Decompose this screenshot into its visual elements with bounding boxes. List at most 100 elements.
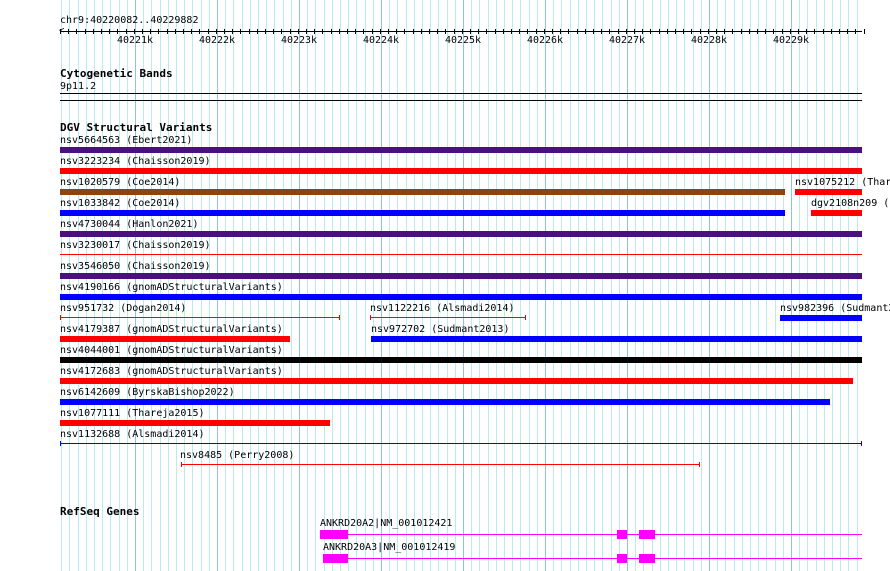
sv-bar[interactable] <box>780 315 862 321</box>
sv-label: nsv951732 (Dogan2014) <box>60 303 187 314</box>
ruler-tick <box>290 29 291 34</box>
cytoband-label: 9p11.2 <box>60 81 97 92</box>
sv-label: nsv1132688 (Alsmadi2014) <box>60 429 205 440</box>
sv-bar[interactable] <box>181 464 700 465</box>
grid-line <box>668 0 669 571</box>
ruler-tick <box>273 29 274 34</box>
ruler-tick <box>85 29 86 34</box>
ruler-tick <box>708 29 709 34</box>
grid-line <box>299 0 300 571</box>
gene-exon[interactable] <box>617 530 627 539</box>
cytobands-track-title[interactable]: Cytogenetic Bands <box>60 67 173 80</box>
ruler-tick-label: 40224k <box>362 35 400 46</box>
gene-exon[interactable] <box>639 554 655 563</box>
ruler-tick <box>716 29 717 34</box>
gene-exon[interactable] <box>323 554 348 563</box>
grid-line <box>799 0 800 571</box>
ruler-tick <box>208 29 209 34</box>
sv-bar[interactable] <box>60 210 785 216</box>
grid-line <box>307 0 308 571</box>
sv-bar[interactable] <box>60 254 862 255</box>
grid-line <box>496 0 497 571</box>
ruler-tick <box>626 29 627 34</box>
ruler-tick <box>847 29 848 34</box>
sv-label: nsv5664563 (Ebert2021) <box>60 135 193 146</box>
ruler-tick <box>773 29 774 34</box>
sv-bar[interactable] <box>371 336 862 342</box>
sv-bar[interactable] <box>60 189 785 195</box>
sv-label: nsv982396 (Sudmant2 <box>780 303 890 314</box>
sv-bar[interactable] <box>60 357 862 363</box>
sv-label: nsv1122216 (Alsmadi2014) <box>370 303 515 314</box>
ruler-tick <box>429 29 430 34</box>
ruler-tick <box>339 29 340 34</box>
ruler-tick <box>741 29 742 34</box>
sv-bar[interactable] <box>60 399 830 405</box>
ruler-tick <box>577 29 578 34</box>
ruler-tick <box>732 29 733 34</box>
ruler-tick <box>700 29 701 34</box>
sv-label: nsv1077111 (Thareja2015) <box>60 408 205 419</box>
sv-bar[interactable] <box>60 420 330 426</box>
ruler-tick <box>823 29 824 34</box>
ruler-tick <box>93 29 94 34</box>
sv-bar[interactable] <box>795 189 862 195</box>
sv-bar[interactable] <box>60 336 290 342</box>
grid-line <box>848 0 849 571</box>
grid-line <box>414 0 415 571</box>
grid-line <box>824 0 825 571</box>
sv-bar[interactable] <box>811 210 862 216</box>
ruler-tick-label: 40229k <box>772 35 810 46</box>
ruler-tick <box>478 29 479 34</box>
sv-label: nsv1075212 (Thar <box>795 177 890 188</box>
grid-line <box>586 0 587 571</box>
ruler-tick <box>462 29 463 34</box>
grid-line <box>520 0 521 571</box>
sv-bar[interactable] <box>60 147 862 153</box>
sv-label: nsv8485 (Perry2008) <box>180 450 295 461</box>
sv-label: nsv3546050 (Chaisson2019) <box>60 261 211 272</box>
sv-bar[interactable] <box>60 317 340 318</box>
ruler-tick <box>109 29 110 34</box>
ruler-tick <box>486 29 487 34</box>
gene-exon[interactable] <box>617 554 627 563</box>
grid-line <box>693 0 694 571</box>
grid-line <box>832 0 833 571</box>
ruler-tick <box>839 29 840 34</box>
grid-line <box>750 0 751 571</box>
sv-bar[interactable] <box>60 273 862 279</box>
sv-bar[interactable] <box>60 168 862 174</box>
sv-label: nsv972702 (Sudmant2013) <box>371 324 510 335</box>
ruler-tick <box>199 29 200 34</box>
grid-line <box>291 0 292 571</box>
cytoband-bar[interactable] <box>60 93 862 94</box>
grid-line <box>602 0 603 571</box>
ruler-tick <box>864 29 865 34</box>
sv-bar[interactable] <box>370 317 526 318</box>
sv-end-tick <box>699 462 700 467</box>
gene-exon[interactable] <box>639 530 655 539</box>
ruler-tick <box>798 29 799 34</box>
gene-exon[interactable] <box>320 530 348 539</box>
sv-label: dgv2108n209 ( <box>811 198 890 209</box>
sv-bar[interactable] <box>60 231 862 237</box>
grid-line <box>463 0 464 571</box>
sv-label: nsv1033842 (Coe2014) <box>60 198 181 209</box>
ruler-tick <box>265 29 266 34</box>
sv-bar[interactable] <box>60 443 862 444</box>
grid-line <box>627 0 628 571</box>
ruler-tick <box>355 29 356 34</box>
refseq-track-title[interactable]: RefSeq Genes <box>60 505 139 518</box>
grid-line <box>537 0 538 571</box>
sv-bar[interactable] <box>60 294 862 300</box>
ruler-tick <box>175 29 176 34</box>
ruler-tick <box>314 29 315 34</box>
ruler-tick <box>659 29 660 34</box>
ruler-tick <box>372 29 373 34</box>
ruler-tick <box>331 29 332 34</box>
dgv-track-title[interactable]: DGV Structural Variants <box>60 121 212 134</box>
ruler-tick <box>183 29 184 34</box>
grid-line <box>840 0 841 571</box>
sv-bar[interactable] <box>60 378 853 384</box>
ruler-tick <box>347 29 348 34</box>
